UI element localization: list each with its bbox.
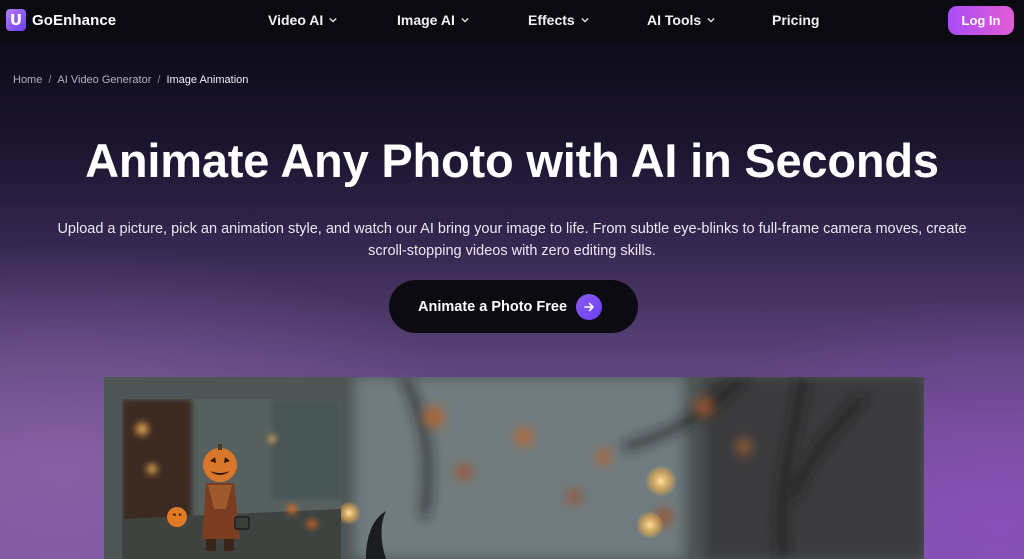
animate-photo-button-label: Animate a Photo Free <box>418 298 568 315</box>
pumpkin-character-image <box>122 399 341 559</box>
nav-pricing-label: Pricing <box>772 12 820 28</box>
chevron-down-icon <box>581 17 589 23</box>
nav-image-ai[interactable]: Image AI <box>397 12 469 28</box>
breadcrumb-separator: / <box>48 74 52 86</box>
chevron-down-icon <box>707 17 715 23</box>
brand-logo[interactable]: U GoEnhance <box>6 9 116 31</box>
arrow-right-icon <box>576 293 603 320</box>
nav-effects[interactable]: Effects <box>528 12 589 28</box>
nav-pricing[interactable]: Pricing <box>772 12 819 28</box>
animate-photo-button[interactable]: Animate a Photo Free <box>389 280 638 333</box>
top-nav: U GoEnhance Video AI Image AI Effects AI… <box>0 0 1024 42</box>
nav-ai-tools-label: AI Tools <box>647 12 702 28</box>
nav-video-ai[interactable]: Video AI <box>268 12 337 28</box>
nav-effects-label: Effects <box>528 12 575 28</box>
source-photo-thumbnail <box>122 399 341 559</box>
hero-subtitle: Upload a picture, pick an animation styl… <box>57 221 967 259</box>
nav-image-ai-label: Image AI <box>397 12 455 28</box>
login-button[interactable]: Log In <box>948 6 1014 35</box>
breadcrumb-separator: / <box>157 74 161 86</box>
nav-ai-tools[interactable]: AI Tools <box>647 12 715 28</box>
logo-icon: U <box>6 9 26 31</box>
breadcrumb-current: Image Animation <box>166 74 249 86</box>
login-button-label: Log In <box>961 13 1001 28</box>
breadcrumb-ai-video-generator[interactable]: AI Video Generator <box>57 74 151 86</box>
chevron-down-icon <box>329 17 337 23</box>
breadcrumb-home[interactable]: Home <box>13 74 42 86</box>
showcase-image <box>104 377 924 559</box>
page-title: Animate Any Photo with AI in Seconds <box>85 134 939 187</box>
chevron-down-icon <box>461 17 469 23</box>
brand-name: GoEnhance <box>32 11 117 29</box>
breadcrumb: Home / AI Video Generator / Image Animat… <box>13 74 248 86</box>
nav-video-ai-label: Video AI <box>268 12 324 28</box>
